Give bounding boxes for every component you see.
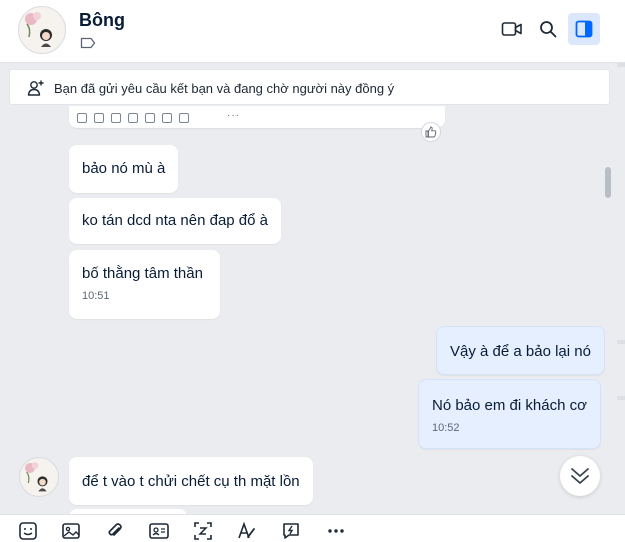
friend-request-banner: Bạn đã gửi yêu cầu kết bạn và đang chờ n… [9, 69, 610, 105]
scrollbar-thumb[interactable] [605, 167, 611, 198]
message-text: Vậy à để a bảo lại nó [450, 343, 591, 360]
sticker-icon [77, 113, 87, 123]
message-time: 10:51 [82, 290, 110, 302]
divider [617, 63, 625, 67]
previous-message-toolbar [77, 113, 189, 123]
text-format-icon [162, 113, 172, 123]
quick-message-icon [283, 523, 299, 539]
message-bubble[interactable]: Vậy à để a bảo lại nó [436, 326, 605, 375]
text-format-icon [238, 521, 255, 539]
divider [617, 340, 625, 344]
message-bubble[interactable]: bố thằng tâm thần 10:51 [69, 250, 220, 319]
message-bubble[interactable]: ko tán dcd nta nên đap đổ à [69, 198, 281, 244]
toggle-info-panel-button[interactable] [568, 13, 600, 45]
contact-name[interactable]: Bông [79, 10, 125, 31]
message-text: để t vào t chửi chết cụ th mặt lồn [82, 473, 300, 490]
double-chevron-down-icon [571, 468, 589, 484]
flower-girl-avatar-icon [25, 12, 52, 47]
sticker-button[interactable] [17, 521, 39, 542]
screenshot-icon [194, 522, 212, 540]
contact-avatar[interactable] [19, 457, 59, 497]
attachment-icon [111, 113, 121, 123]
contact-card-icon [149, 523, 169, 539]
sticker-icon [19, 522, 37, 540]
attachment-icon [108, 523, 122, 536]
friend-request-text: Bạn đã gửi yêu cầu kết bạn và đang chờ n… [54, 81, 395, 96]
search-icon [540, 21, 557, 38]
message-time: 10:52 [432, 422, 460, 434]
chat-header: Bông [0, 0, 625, 63]
more-icon: ··· [227, 110, 240, 121]
message-bubble[interactable]: để t vào t chửi chết cụ th mặt lồn [69, 457, 313, 505]
quick-message-button[interactable] [280, 521, 302, 542]
screenshot-button[interactable] [192, 521, 214, 542]
message-text: Nó bảo em đi khách cơ [432, 397, 587, 414]
message-thread[interactable]: ··· bảo nó mù à ko tán dcd nta nên đap đ… [0, 106, 625, 514]
scroll-to-bottom-button[interactable] [560, 456, 600, 496]
send-contact-card-button[interactable] [148, 521, 170, 542]
quick-message-icon [179, 113, 189, 123]
more-icon [328, 529, 344, 533]
person-add-icon [27, 80, 44, 96]
react-like-button[interactable] [421, 122, 441, 142]
label-tag-icon[interactable] [80, 37, 96, 49]
attach-file-button[interactable] [104, 521, 126, 542]
message-text: ko tán dcd nta nên đap đổ à [82, 212, 268, 229]
thumbs-up-icon [425, 126, 437, 138]
message-text: bố thằng tâm thần [82, 265, 203, 282]
composer-toolbar [0, 514, 625, 542]
message-text: bảo nó mù à [82, 160, 166, 177]
screenshot-icon [145, 113, 155, 123]
contact-avatar[interactable] [18, 6, 66, 54]
message-bubble[interactable]: Nó bảo em đi khách cơ 10:52 [418, 379, 601, 449]
flower-girl-avatar-icon [25, 462, 48, 492]
video-call-button[interactable] [496, 13, 528, 45]
image-icon [94, 113, 104, 123]
image-icon [62, 523, 80, 539]
send-image-button[interactable] [60, 521, 82, 542]
text-format-button[interactable] [236, 521, 258, 542]
divider [617, 396, 625, 400]
search-button[interactable] [532, 13, 564, 45]
more-options-button[interactable] [325, 521, 347, 542]
message-bubble[interactable]: bảo nó mù à [69, 145, 179, 193]
previous-message-card: ··· [69, 106, 445, 128]
video-camera-icon [501, 22, 522, 36]
side-panel-icon [575, 20, 593, 38]
contact-card-icon [128, 113, 138, 123]
